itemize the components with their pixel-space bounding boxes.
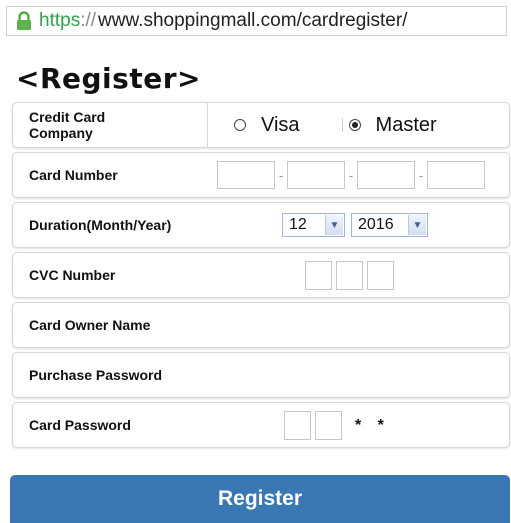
cvc-label: CVC Number <box>29 267 116 283</box>
cvc-digit-input[interactable] <box>305 261 332 290</box>
company-row: Credit Card Company Visa Master <box>12 102 510 148</box>
purchase-password-row[interactable]: Purchase Password <box>12 352 510 398</box>
card-password-digit-input[interactable] <box>315 411 342 440</box>
cvc-digit-input[interactable] <box>336 261 363 290</box>
register-button[interactable]: Register <box>10 475 510 523</box>
card-number-dash: - <box>278 167 284 183</box>
radio-visa-label: Visa <box>261 113 300 136</box>
address-bar[interactable]: https:// www.shoppingmall.com/cardregist… <box>6 6 507 36</box>
cvc-digit-input[interactable] <box>367 261 394 290</box>
duration-row: Duration(Month/Year) 12 ▼ 2016 ▼ <box>12 202 510 248</box>
radio-master-label: Master <box>375 113 437 136</box>
url-scheme: https <box>39 10 81 31</box>
chevron-down-icon[interactable]: ▼ <box>325 215 343 235</box>
radio-master-circle[interactable] <box>348 119 361 131</box>
duration-label: Duration(Month/Year) <box>29 217 172 233</box>
month-select[interactable]: 12 ▼ <box>282 213 345 237</box>
chevron-down-icon[interactable]: ▼ <box>408 215 426 235</box>
cvc-inputs <box>305 261 398 290</box>
card-number-input-2[interactable] <box>287 161 345 189</box>
radio-visa[interactable]: Visa <box>234 114 300 137</box>
radio-visa-circle[interactable] <box>234 119 246 131</box>
owner-label: Card Owner Name <box>29 317 151 333</box>
company-radio-group: Visa Master <box>208 114 479 137</box>
lock-icon <box>17 11 31 30</box>
purchase-password-input[interactable] <box>208 353 509 397</box>
card-number-label: Card Number <box>29 167 118 183</box>
url-separator: :// <box>80 10 97 31</box>
card-password-inputs <box>284 411 346 440</box>
radio-divider <box>341 118 343 132</box>
radio-master[interactable]: Master <box>348 113 437 137</box>
card-password-row: Card Password * * <box>12 402 510 448</box>
page-title: <Register> <box>16 62 201 95</box>
card-number-input-4[interactable] <box>427 161 485 189</box>
year-value: 2016 <box>358 216 394 233</box>
month-value: 12 <box>289 216 307 233</box>
card-number-row: Card Number - - - <box>12 152 510 198</box>
owner-row[interactable]: Card Owner Name <box>12 302 510 348</box>
duration-selects: 12 ▼ 2016 ▼ <box>282 213 434 237</box>
company-label-text: Credit Card Company <box>29 109 106 141</box>
cvc-row: CVC Number <box>12 252 510 298</box>
card-password-mask: * * <box>355 417 390 434</box>
purchase-password-label: Purchase Password <box>29 367 163 383</box>
card-number-dash: - <box>348 167 354 183</box>
card-password-label: Card Password <box>29 417 131 433</box>
year-select[interactable]: 2016 ▼ <box>351 213 428 237</box>
url-host: www.shoppingmall.com/cardregister/ <box>98 10 408 31</box>
card-number-input-3[interactable] <box>357 161 415 189</box>
company-label: Credit Card Company <box>13 103 208 147</box>
card-password-digit-input[interactable] <box>284 411 311 440</box>
card-number-input-1[interactable] <box>217 161 275 189</box>
card-number-dash: - <box>418 167 424 183</box>
card-register-form: Credit Card Company Visa Master Card Num… <box>12 102 510 452</box>
card-number-inputs: - - - <box>217 161 485 189</box>
owner-input[interactable] <box>208 303 509 347</box>
